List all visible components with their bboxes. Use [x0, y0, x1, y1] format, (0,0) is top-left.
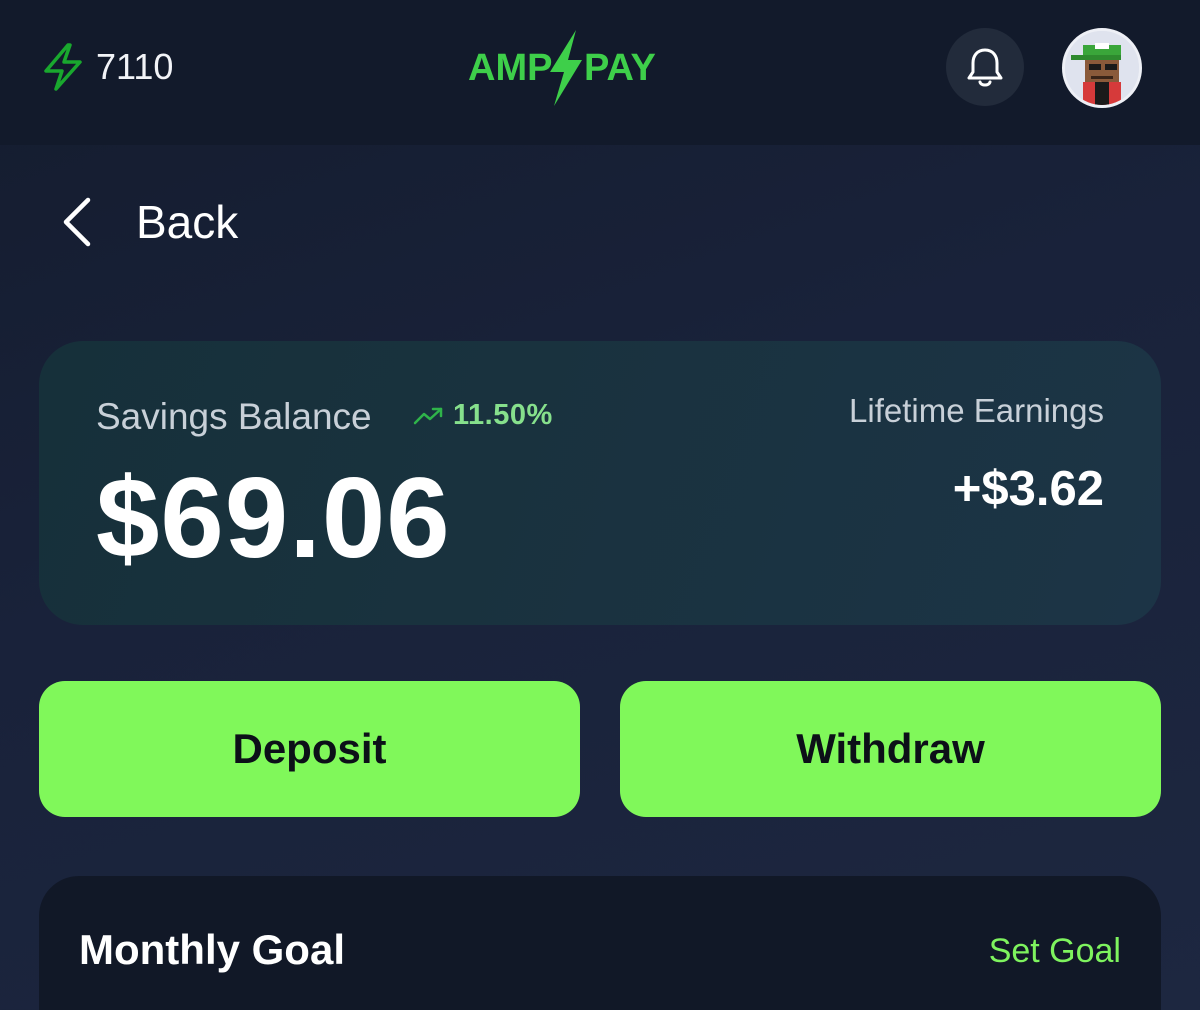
brand-pay: PAY: [584, 47, 656, 89]
brand-amp: AMP: [468, 47, 552, 89]
savings-balance-card: Savings Balance 11.50% $69.06 Lifetime E…: [39, 341, 1161, 625]
back-button[interactable]: Back: [60, 195, 238, 249]
points-value: 7110: [96, 46, 174, 87]
savings-balance-label: Savings Balance: [96, 396, 372, 437]
back-label: Back: [136, 196, 239, 248]
chevron-left-icon: [63, 197, 91, 247]
points-counter[interactable]: 7110: [40, 42, 173, 92]
top-bar: 7110 AMP PAY: [0, 0, 1200, 145]
notifications-button[interactable]: [946, 28, 1024, 106]
savings-balance-amount: $69.06: [96, 455, 451, 582]
deposit-button[interactable]: Deposit: [39, 681, 580, 817]
lifetime-earnings-label: Lifetime Earnings: [849, 392, 1104, 429]
withdraw-button[interactable]: Withdraw: [620, 681, 1161, 817]
set-goal-link[interactable]: Set Goal: [989, 932, 1121, 971]
lightning-icon: [44, 43, 82, 91]
pixel-avatar: [1065, 31, 1139, 105]
lifetime-earnings-value: +$3.62: [952, 462, 1104, 516]
monthly-goal-title: Monthly Goal: [79, 926, 345, 973]
interest-rate-value: 11.50%: [453, 399, 553, 431]
avatar[interactable]: [1062, 28, 1142, 108]
bell-icon: [967, 48, 1003, 87]
brand-bolt-icon: [550, 30, 582, 106]
interest-rate: 11.50%: [413, 399, 553, 432]
trending-up-icon: [413, 407, 443, 424]
monthly-goal-card: Monthly Goal Set Goal: [39, 876, 1161, 1010]
ampay-logo: AMP PAY: [468, 30, 656, 106]
